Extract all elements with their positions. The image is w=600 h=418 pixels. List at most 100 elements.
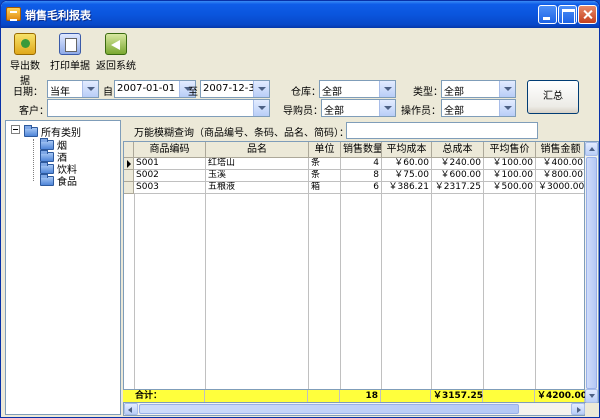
scroll-thumb[interactable] — [139, 404, 519, 414]
buyer-value: 全部 — [324, 106, 344, 117]
back-icon — [105, 33, 127, 55]
column-header[interactable]: 销售金额 — [536, 142, 584, 158]
toolbar: 导出数据 打印单据 返回系统 — [3, 29, 597, 87]
column-header[interactable]: 平均成本 — [382, 142, 432, 158]
type-select[interactable]: 全部 — [441, 80, 516, 98]
column-header[interactable]: 单位 — [309, 142, 341, 158]
cell-avg-cost[interactable]: ￥386.21 — [382, 182, 432, 194]
chevron-down-icon[interactable] — [253, 100, 269, 116]
cell-unit[interactable]: 条 — [309, 170, 341, 182]
cell-quantity[interactable]: 8 — [341, 170, 382, 182]
customer-label: 客户： — [19, 106, 49, 117]
scroll-down-icon[interactable] — [585, 389, 598, 403]
back-label: 返回系统 — [96, 61, 136, 72]
cell-name[interactable]: 玉溪 — [206, 170, 309, 182]
cell-avg-price[interactable]: ￥500.00 — [484, 182, 536, 194]
totals-total-cost: ￥3157.25 — [433, 390, 483, 402]
cell-quantity[interactable]: 4 — [341, 158, 382, 170]
warehouse-select[interactable]: 全部 — [319, 80, 396, 98]
scroll-thumb[interactable] — [586, 157, 597, 389]
export-icon — [14, 33, 36, 55]
totals-row: 合计： 18 ￥3157.25 ￥4200.00 — [123, 389, 587, 402]
scroll-up-icon[interactable] — [585, 142, 598, 156]
date-from-value: 2007-01-01 — [117, 83, 176, 94]
operator-select[interactable]: 全部 — [441, 99, 516, 117]
from-label: 自 — [103, 87, 113, 98]
collapse-icon[interactable] — [11, 125, 20, 134]
warehouse-value: 全部 — [322, 87, 342, 98]
totals-sales-amount: ￥4200.00 — [537, 390, 587, 402]
column-header[interactable]: 品名 — [206, 142, 309, 158]
chevron-down-icon[interactable] — [379, 100, 395, 116]
chevron-down-icon[interactable] — [499, 100, 515, 116]
current-row-icon — [124, 158, 134, 170]
operator-label: 操作员： — [401, 106, 441, 117]
search-label: 万能模糊查询（商品编号、条码、品名、简码）： — [134, 128, 349, 139]
app-icon — [6, 7, 21, 21]
column-header[interactable]: 总成本 — [432, 142, 484, 158]
cell-total-cost[interactable]: ￥240.00 — [432, 158, 484, 170]
chevron-down-icon[interactable] — [379, 81, 395, 97]
cell-code[interactable]: S002 — [134, 170, 206, 182]
print-icon — [59, 33, 81, 55]
cell-name[interactable]: 五粮液 — [206, 182, 309, 194]
cell-avg-cost[interactable]: ￥75.00 — [382, 170, 432, 182]
cell-sales-amount[interactable]: ￥3000.00 — [536, 182, 584, 194]
date-from-picker[interactable]: 2007-01-01 — [114, 80, 196, 98]
title-bar: 销售毛利报表 — [1, 1, 599, 28]
chevron-down-icon[interactable] — [82, 81, 98, 97]
cell-avg-price[interactable]: ￥100.00 — [484, 158, 536, 170]
export-data-button[interactable]: 导出数据 — [6, 33, 44, 87]
scroll-right-icon[interactable] — [571, 403, 585, 415]
cell-total-cost[interactable]: ￥2317.25 — [432, 182, 484, 194]
column-header[interactable]: 销售数量 — [341, 142, 382, 158]
cell-quantity[interactable]: 6 — [341, 182, 382, 194]
totals-label: 合计： — [133, 390, 205, 402]
cell-avg-cost[interactable]: ￥60.00 — [382, 158, 432, 170]
data-grid: 商品编码 品名 单位 销售数量 平均成本 总成本 平均售价 销售金额 S001 … — [123, 141, 585, 403]
buyer-label: 导购员： — [283, 106, 323, 117]
buyer-select[interactable]: 全部 — [321, 99, 396, 117]
report-window: 销售毛利报表 导出数据 打印单据 返回系统 日期： 当年 自 2007-01-0… — [0, 0, 600, 418]
column-header[interactable]: 平均售价 — [484, 142, 536, 158]
date-to-picker[interactable]: 2007-12-31 — [200, 80, 270, 98]
cell-total-cost[interactable]: ￥600.00 — [432, 170, 484, 182]
type-value: 全部 — [444, 87, 464, 98]
minimize-button[interactable] — [538, 5, 557, 24]
vertical-scrollbar[interactable] — [585, 141, 599, 403]
cell-code[interactable]: S001 — [134, 158, 206, 170]
cell-unit[interactable]: 条 — [309, 158, 341, 170]
chevron-down-icon[interactable] — [499, 81, 515, 97]
summary-button[interactable]: 汇总 — [527, 80, 579, 114]
date-label: 日期： — [13, 87, 43, 98]
category-tree: 所有类别 烟 酒 饮料 食品 — [5, 120, 121, 415]
print-label: 打印单据 — [50, 61, 90, 72]
tree-item[interactable]: 食品 — [40, 173, 77, 188]
search-input[interactable] — [346, 122, 538, 139]
cell-avg-price[interactable]: ￥100.00 — [484, 170, 536, 182]
folder-open-icon — [24, 125, 38, 137]
folder-icon — [40, 174, 54, 186]
horizontal-scrollbar[interactable] — [123, 403, 585, 416]
cell-sales-amount[interactable]: ￥800.00 — [536, 170, 584, 182]
cell-code[interactable]: S003 — [134, 182, 206, 194]
close-button[interactable] — [578, 5, 597, 24]
customer-select[interactable] — [47, 99, 270, 117]
operator-value: 全部 — [444, 106, 464, 117]
back-to-system-button[interactable]: 返回系统 — [95, 33, 137, 72]
cell-sales-amount[interactable]: ￥400.00 — [536, 158, 584, 170]
tree-item-label: 食品 — [57, 177, 77, 188]
to-label: 至 — [188, 87, 198, 98]
window-title: 销售毛利报表 — [25, 9, 91, 22]
totals-quantity: 18 — [340, 390, 381, 402]
period-value: 当年 — [50, 87, 70, 98]
cell-name[interactable]: 红塔山 — [206, 158, 309, 170]
column-header[interactable]: 商品编码 — [134, 142, 206, 158]
print-button[interactable]: 打印单据 — [49, 33, 91, 72]
period-select[interactable]: 当年 — [47, 80, 99, 98]
cell-unit[interactable]: 箱 — [309, 182, 341, 194]
maximize-button[interactable] — [558, 5, 577, 24]
warehouse-label: 仓库： — [291, 87, 321, 98]
chevron-down-icon[interactable] — [253, 81, 269, 97]
scroll-left-icon[interactable] — [124, 403, 138, 415]
